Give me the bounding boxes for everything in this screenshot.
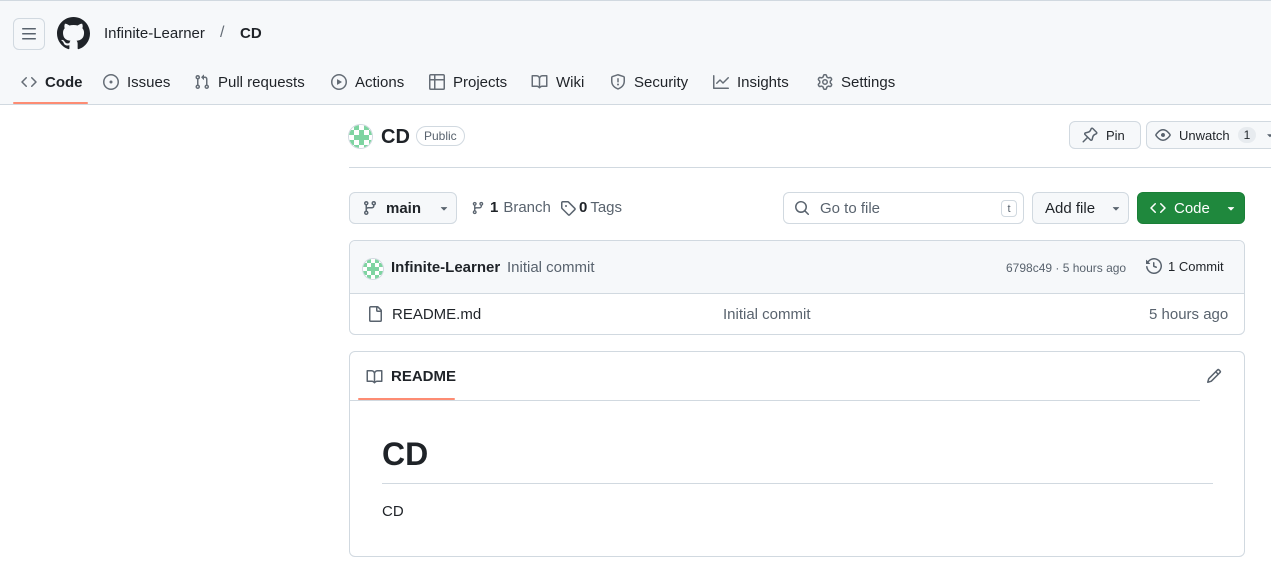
go-to-file-placeholder: Go to file <box>820 199 881 217</box>
tab-label: Insights <box>737 73 789 91</box>
add-file-label: Add file <box>1045 199 1096 217</box>
search-icon <box>795 201 810 216</box>
pin-icon <box>1082 127 1098 143</box>
file-commit-time: 5 hours ago <box>1149 306 1229 323</box>
tab-label: Actions <box>355 73 405 91</box>
git-branch-icon <box>363 201 376 216</box>
table-row[interactable]: README.md Initial commit 5 hours ago <box>350 294 1244 334</box>
git-branch-icon <box>472 201 484 214</box>
tab-projects[interactable]: Projects <box>429 62 507 102</box>
commit-author-link[interactable]: Infinite-Learner <box>391 259 500 276</box>
tab-settings[interactable]: Settings <box>817 62 895 102</box>
commit-author-avatar[interactable] <box>362 258 384 280</box>
tab-code[interactable]: Code <box>21 62 83 102</box>
graph-icon <box>713 75 729 89</box>
tab-label: Settings <box>841 73 896 91</box>
readme-tab-label: README <box>391 368 457 385</box>
repo-header-bar: Infinite-Learner / CD Code Issues Pull r… <box>0 0 1271 105</box>
tab-actions[interactable]: Actions <box>331 62 404 102</box>
tab-label: Security <box>634 73 689 91</box>
breadcrumb-repo-link[interactable]: CD <box>240 25 262 42</box>
pin-button[interactable]: Pin <box>1069 121 1141 149</box>
file-table: Infinite-Learner Initial commit 6798c49 … <box>349 240 1245 335</box>
unwatch-button[interactable]: Unwatch 1 <box>1146 121 1271 149</box>
go-to-file-input[interactable]: Go to file t <box>783 192 1024 224</box>
file-commit-message-link[interactable]: Initial commit <box>723 306 811 323</box>
triangle-down-icon <box>1267 134 1271 138</box>
play-icon <box>331 74 347 90</box>
tag-icon <box>561 200 576 216</box>
tab-readme[interactable]: README <box>366 368 456 385</box>
visibility-badge: Public <box>416 126 465 146</box>
readme-heading-rule <box>382 483 1213 484</box>
code-icon <box>21 77 37 87</box>
github-logo-icon[interactable] <box>57 17 90 50</box>
branch-select-button[interactable]: main <box>349 192 457 224</box>
code-dropdown-button[interactable]: Code <box>1137 192 1245 224</box>
sidebar-clipped-fragment <box>1267 200 1271 214</box>
hamburger-icon <box>22 28 36 40</box>
repo-owner-avatar[interactable] <box>348 124 373 149</box>
readme-body-text: CD <box>382 503 404 520</box>
commit-hash-and-time[interactable]: 6798c49 · 5 hours ago <box>1006 261 1126 275</box>
branches-link[interactable]: 1 Branch <box>471 199 551 216</box>
readme-tab-divider <box>350 400 1200 401</box>
commit-message-link[interactable]: Initial commit <box>507 259 595 276</box>
add-file-button[interactable]: Add file <box>1032 192 1129 224</box>
readme-heading: CD <box>382 436 429 472</box>
commit-count: 1 Commit <box>1168 258 1224 274</box>
selected-tab-indicator <box>13 102 88 104</box>
edit-readme-button[interactable] <box>1206 368 1222 384</box>
pencil-icon <box>1206 368 1222 384</box>
tab-label: Pull requests <box>218 73 305 91</box>
breadcrumb-owner-link[interactable]: Infinite-Learner <box>104 25 205 42</box>
table-icon <box>429 74 445 90</box>
book-icon <box>531 74 548 89</box>
file-name-link[interactable]: README.md <box>392 306 481 323</box>
shield-icon <box>611 74 625 90</box>
history-icon <box>1146 258 1162 274</box>
triangle-down-icon <box>1112 207 1120 211</box>
tab-issues[interactable]: Issues <box>103 62 170 102</box>
watch-count: 1 <box>1237 127 1257 143</box>
branch-count-label: Branch <box>503 199 551 216</box>
triangle-down-icon <box>440 207 448 211</box>
menu-button[interactable] <box>13 18 45 50</box>
breadcrumb-separator: / <box>220 24 225 41</box>
tab-insights[interactable]: Insights <box>713 62 789 102</box>
latest-commit-row: Infinite-Learner Initial commit 6798c49 … <box>350 241 1244 294</box>
repo-title-link[interactable]: CD <box>381 126 410 149</box>
header-divider <box>349 167 1271 168</box>
tag-count-label: Tags <box>590 199 623 216</box>
branch-name: main <box>386 199 422 217</box>
shortcut-hint: t <box>1001 200 1017 217</box>
tags-link[interactable]: 0 Tags <box>560 199 622 216</box>
eye-icon <box>1155 129 1171 141</box>
tab-label: Issues <box>127 73 171 91</box>
triangle-down-icon <box>1227 207 1235 211</box>
tab-pull-requests[interactable]: Pull requests <box>194 62 305 102</box>
issue-opened-icon <box>103 74 119 90</box>
git-pull-request-icon <box>195 74 210 90</box>
tab-label: Projects <box>453 73 508 91</box>
tab-label: Wiki <box>556 73 585 91</box>
code-icon <box>1150 203 1166 213</box>
pin-label: Pin <box>1106 127 1125 143</box>
book-icon <box>366 369 383 383</box>
branch-count: 1 <box>490 199 499 216</box>
gear-icon <box>817 74 833 90</box>
unwatch-label: Unwatch <box>1179 127 1230 143</box>
tab-wiki[interactable]: Wiki <box>531 62 584 102</box>
tab-security[interactable]: Security <box>610 62 688 102</box>
commit-history-link[interactable]: 1 Commit <box>1146 258 1224 274</box>
tag-count: 0 <box>579 199 588 216</box>
file-icon <box>369 306 382 322</box>
readme-panel: README CD CD <box>349 351 1245 557</box>
tab-label: Code <box>45 73 83 91</box>
code-button-label: Code <box>1174 199 1210 217</box>
